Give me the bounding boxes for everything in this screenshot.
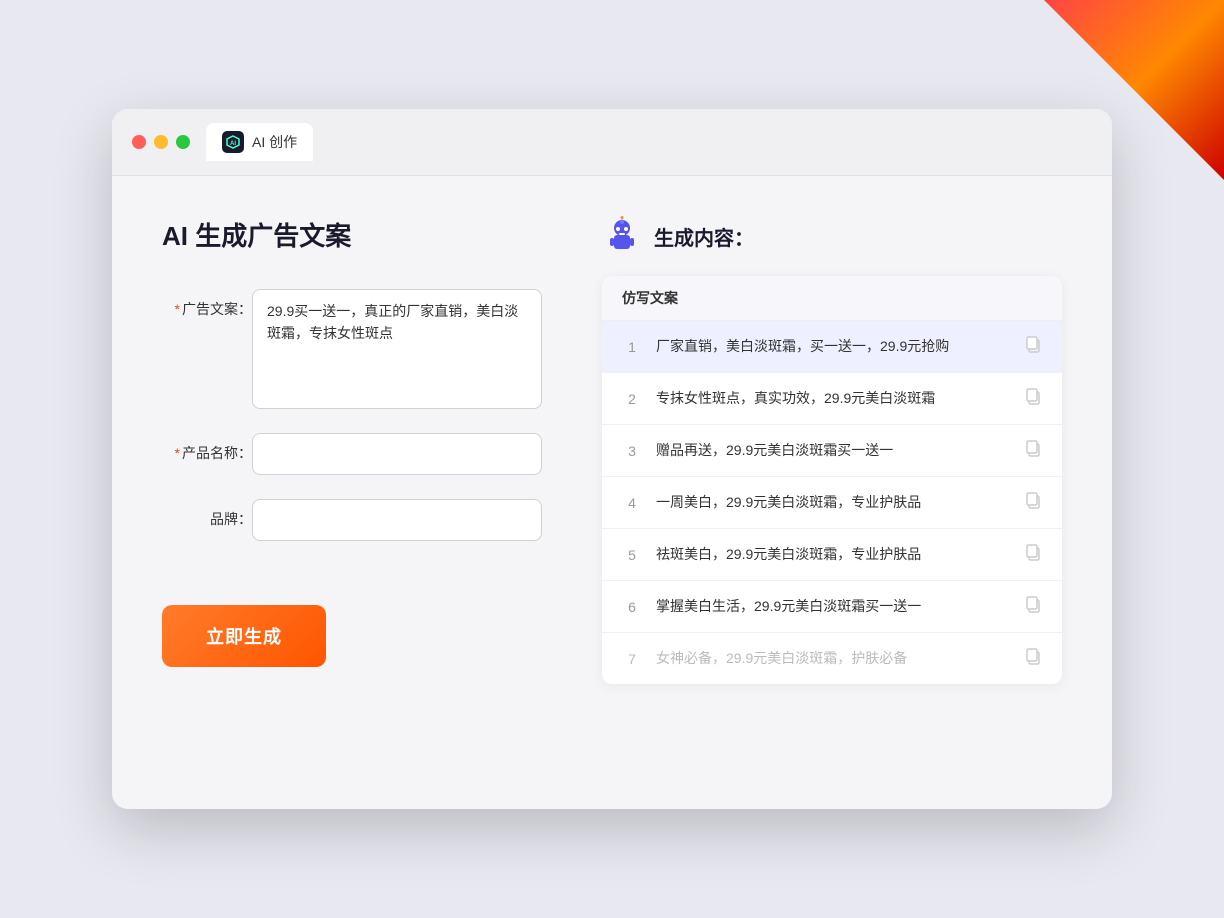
row-text: 女神必备，29.9元美白淡斑霜，护肤必备 bbox=[656, 648, 1010, 669]
row-number: 4 bbox=[622, 495, 642, 511]
table-header: 仿写文案 bbox=[602, 276, 1062, 321]
table-row: 3 赠品再送，29.9元美白淡斑霜买一送一 bbox=[602, 425, 1062, 477]
table-row: 1 厂家直销，美白淡斑霜，买一送一，29.9元抢购 bbox=[602, 321, 1062, 373]
svg-text:AI: AI bbox=[230, 141, 236, 147]
row-number: 6 bbox=[622, 599, 642, 615]
row-text: 赠品再送，29.9元美白淡斑霜买一送一 bbox=[656, 440, 1010, 461]
title-bar: AI AI 创作 bbox=[112, 109, 1112, 176]
table-row: 4 一周美白，29.9元美白淡斑霜，专业护肤品 bbox=[602, 477, 1062, 529]
browser-window: AI AI 创作 AI 生成广告文案 *广告文案： 29.9买一送一，真正的厂家… bbox=[112, 109, 1112, 809]
form-group-product-name: *产品名称： 美白淡斑霜 bbox=[162, 433, 542, 475]
row-number: 7 bbox=[622, 651, 642, 667]
table-row: 6 掌握美白生活，29.9元美白淡斑霜买一送一 bbox=[602, 581, 1062, 633]
table-row: 7 女神必备，29.9元美白淡斑霜，护肤必备 bbox=[602, 633, 1062, 684]
label-product-name: *产品名称： bbox=[162, 433, 252, 463]
result-table: 仿写文案 1 厂家直销，美白淡斑霜，买一送一，29.9元抢购 2 专抹女性斑点，真实… bbox=[602, 276, 1062, 684]
form-group-ad-copy: *广告文案： 29.9买一送一，真正的厂家直销，美白淡斑霜，专抹女性斑点 bbox=[162, 289, 542, 409]
row-text: 专抹女性斑点，真实功效，29.9元美白淡斑霜 bbox=[656, 388, 1010, 409]
row-text: 厂家直销，美白淡斑霜，买一送一，29.9元抢购 bbox=[656, 336, 1010, 357]
copy-icon[interactable] bbox=[1024, 647, 1042, 670]
row-text: 一周美白，29.9元美白淡斑霜，专业护肤品 bbox=[656, 492, 1010, 513]
robot-icon bbox=[602, 216, 642, 256]
ai-tab-icon: AI bbox=[222, 131, 244, 153]
result-header: 生成内容： bbox=[602, 216, 1062, 256]
main-content: AI 生成广告文案 *广告文案： 29.9买一送一，真正的厂家直销，美白淡斑霜，… bbox=[112, 176, 1112, 724]
brand-input[interactable]: 好白 bbox=[252, 499, 542, 541]
required-star: * bbox=[175, 301, 180, 317]
row-number: 5 bbox=[622, 547, 642, 563]
row-text: 掌握美白生活，29.9元美白淡斑霜买一送一 bbox=[656, 596, 1010, 617]
window-controls bbox=[132, 135, 190, 149]
copy-icon[interactable] bbox=[1024, 335, 1042, 358]
minimize-button[interactable] bbox=[154, 135, 168, 149]
right-panel: 生成内容： 仿写文案 1 厂家直销，美白淡斑霜，买一送一，29.9元抢购 2 专抹女… bbox=[602, 216, 1062, 684]
form-group-brand: 品牌： 好白 bbox=[162, 499, 542, 541]
page-title: AI 生成广告文案 bbox=[162, 216, 542, 253]
maximize-button[interactable] bbox=[176, 135, 190, 149]
copy-icon[interactable] bbox=[1024, 491, 1042, 514]
copy-icon[interactable] bbox=[1024, 387, 1042, 410]
label-ad-copy: *广告文案： bbox=[162, 289, 252, 319]
label-brand: 品牌： bbox=[162, 499, 252, 529]
product-name-input[interactable]: 美白淡斑霜 bbox=[252, 433, 542, 475]
results-container: 1 厂家直销，美白淡斑霜，买一送一，29.9元抢购 2 专抹女性斑点，真实功效，29… bbox=[602, 321, 1062, 684]
tab-ai-creation[interactable]: AI AI 创作 bbox=[206, 123, 313, 161]
tab-label: AI 创作 bbox=[252, 132, 297, 152]
table-row: 5 祛斑美白，29.9元美白淡斑霜，专业护肤品 bbox=[602, 529, 1062, 581]
generate-button[interactable]: 立即生成 bbox=[162, 605, 326, 667]
row-number: 2 bbox=[622, 391, 642, 407]
ad-copy-input[interactable]: 29.9买一送一，真正的厂家直销，美白淡斑霜，专抹女性斑点 bbox=[252, 289, 542, 409]
copy-icon[interactable] bbox=[1024, 439, 1042, 462]
close-button[interactable] bbox=[132, 135, 146, 149]
copy-icon[interactable] bbox=[1024, 595, 1042, 618]
copy-icon[interactable] bbox=[1024, 543, 1042, 566]
left-panel: AI 生成广告文案 *广告文案： 29.9买一送一，真正的厂家直销，美白淡斑霜，… bbox=[162, 216, 542, 684]
row-text: 祛斑美白，29.9元美白淡斑霜，专业护肤品 bbox=[656, 544, 1010, 565]
result-title: 生成内容： bbox=[654, 222, 754, 251]
row-number: 1 bbox=[622, 339, 642, 355]
row-number: 3 bbox=[622, 443, 642, 459]
required-star-2: * bbox=[175, 445, 180, 461]
table-row: 2 专抹女性斑点，真实功效，29.9元美白淡斑霜 bbox=[602, 373, 1062, 425]
